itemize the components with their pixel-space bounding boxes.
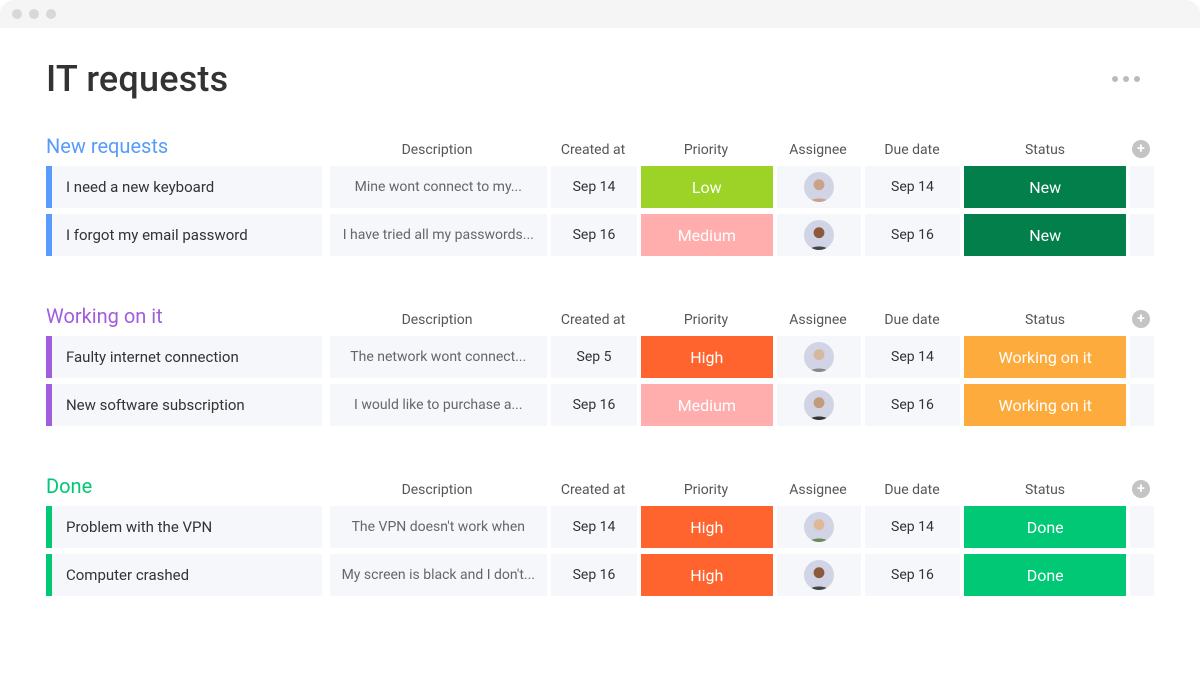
col-header-assignee[interactable]: Assignee <box>774 312 862 328</box>
more-menu-button[interactable] <box>1112 76 1154 82</box>
task-priority-cell[interactable]: High <box>641 506 773 548</box>
task-priority-cell[interactable]: Medium <box>641 214 773 256</box>
col-header-status[interactable]: Status <box>962 482 1128 498</box>
task-created-cell[interactable]: Sep 16 <box>551 554 637 596</box>
task-status-cell[interactable]: Done <box>964 506 1126 548</box>
task-due-cell[interactable]: Sep 16 <box>865 554 961 596</box>
group-title[interactable]: New requests <box>46 134 326 158</box>
col-header-status[interactable]: Status <box>962 312 1128 328</box>
col-header-due-date[interactable]: Due date <box>862 312 962 328</box>
task-due-cell[interactable]: Sep 14 <box>865 336 961 378</box>
task-title-cell[interactable]: New software subscription <box>52 384 322 426</box>
task-description-cell[interactable]: I would like to purchase a... <box>330 384 548 426</box>
window-zoom-dot[interactable] <box>46 9 56 19</box>
task-description-cell[interactable]: Mine wont connect to my... <box>330 166 548 208</box>
task-title-cell[interactable]: Problem with the VPN <box>52 506 322 548</box>
task-created-cell[interactable]: Sep 14 <box>551 166 637 208</box>
avatar-icon <box>804 342 834 372</box>
task-trailing-cell[interactable] <box>1130 166 1154 208</box>
page-title: IT requests <box>46 58 228 100</box>
group-working-on-it: Working on it Description Created at Pri… <box>46 300 1154 426</box>
add-column-button[interactable]: + <box>1132 310 1150 328</box>
task-description-cell[interactable]: The VPN doesn't work when <box>330 506 548 548</box>
task-priority-cell[interactable]: High <box>641 554 773 596</box>
col-header-description[interactable]: Description <box>326 142 548 158</box>
col-header-priority[interactable]: Priority <box>638 482 774 498</box>
window-chrome <box>0 0 1200 28</box>
task-description-cell[interactable]: The network wont connect... <box>330 336 548 378</box>
task-assignee-cell[interactable] <box>777 554 861 596</box>
col-header-priority[interactable]: Priority <box>638 312 774 328</box>
task-created-cell[interactable]: Sep 16 <box>551 214 637 256</box>
col-header-assignee[interactable]: Assignee <box>774 482 862 498</box>
group-title[interactable]: Working on it <box>46 304 326 328</box>
task-assignee-cell[interactable] <box>777 336 861 378</box>
task-assignee-cell[interactable] <box>777 384 861 426</box>
task-title-cell[interactable]: I need a new keyboard <box>52 166 322 208</box>
task-due-cell[interactable]: Sep 16 <box>865 384 961 426</box>
task-trailing-cell[interactable] <box>1130 336 1154 378</box>
avatar-icon <box>804 390 834 420</box>
task-assignee-cell[interactable] <box>777 214 861 256</box>
task-priority-cell[interactable]: High <box>641 336 773 378</box>
col-header-due-date[interactable]: Due date <box>862 482 962 498</box>
add-column-button[interactable]: + <box>1132 480 1150 498</box>
add-column-button[interactable]: + <box>1132 140 1150 158</box>
col-header-created-at[interactable]: Created at <box>548 482 638 498</box>
task-priority-cell[interactable]: Low <box>641 166 773 208</box>
task-status-cell[interactable]: Done <box>964 554 1126 596</box>
col-header-created-at[interactable]: Created at <box>548 312 638 328</box>
task-row[interactable]: I need a new keyboard Mine wont connect … <box>46 166 1154 208</box>
task-trailing-cell[interactable] <box>1130 384 1154 426</box>
avatar-icon <box>804 172 834 202</box>
task-row[interactable]: I forgot my email password I have tried … <box>46 214 1154 256</box>
avatar-icon <box>804 220 834 250</box>
task-row[interactable]: Problem with the VPN The VPN doesn't wor… <box>46 506 1154 548</box>
task-priority-cell[interactable]: Medium <box>641 384 773 426</box>
task-due-cell[interactable]: Sep 16 <box>865 214 961 256</box>
window-minimize-dot[interactable] <box>29 9 39 19</box>
col-header-due-date[interactable]: Due date <box>862 142 962 158</box>
group-title[interactable]: Done <box>46 474 326 498</box>
task-description-cell[interactable]: I have tried all my passwords... <box>330 214 548 256</box>
task-created-cell[interactable]: Sep 16 <box>551 384 637 426</box>
avatar-icon <box>804 560 834 590</box>
group-done: Done Description Created at Priority Ass… <box>46 470 1154 596</box>
task-assignee-cell[interactable] <box>777 166 861 208</box>
col-header-priority[interactable]: Priority <box>638 142 774 158</box>
task-trailing-cell[interactable] <box>1130 554 1154 596</box>
col-header-status[interactable]: Status <box>962 142 1128 158</box>
task-trailing-cell[interactable] <box>1130 506 1154 548</box>
task-trailing-cell[interactable] <box>1130 214 1154 256</box>
task-status-cell[interactable]: New <box>964 166 1126 208</box>
col-header-created-at[interactable]: Created at <box>548 142 638 158</box>
task-row[interactable]: Computer crashed My screen is black and … <box>46 554 1154 596</box>
task-row[interactable]: New software subscription I would like t… <box>46 384 1154 426</box>
task-row[interactable]: Faulty internet connection The network w… <box>46 336 1154 378</box>
task-status-cell[interactable]: Working on it <box>964 384 1126 426</box>
window-close-dot[interactable] <box>12 9 22 19</box>
col-header-description[interactable]: Description <box>326 312 548 328</box>
col-header-assignee[interactable]: Assignee <box>774 142 862 158</box>
task-status-cell[interactable]: New <box>964 214 1126 256</box>
col-header-description[interactable]: Description <box>326 482 548 498</box>
task-assignee-cell[interactable] <box>777 506 861 548</box>
task-description-cell[interactable]: My screen is black and I don't... <box>330 554 548 596</box>
avatar-icon <box>804 512 834 542</box>
task-created-cell[interactable]: Sep 5 <box>551 336 637 378</box>
task-title-cell[interactable]: Computer crashed <box>52 554 322 596</box>
task-title-cell[interactable]: I forgot my email password <box>52 214 322 256</box>
task-created-cell[interactable]: Sep 14 <box>551 506 637 548</box>
group-new-requests: New requests Description Created at Prio… <box>46 130 1154 256</box>
task-title-cell[interactable]: Faulty internet connection <box>52 336 322 378</box>
task-status-cell[interactable]: Working on it <box>964 336 1126 378</box>
task-due-cell[interactable]: Sep 14 <box>865 506 961 548</box>
task-due-cell[interactable]: Sep 14 <box>865 166 961 208</box>
